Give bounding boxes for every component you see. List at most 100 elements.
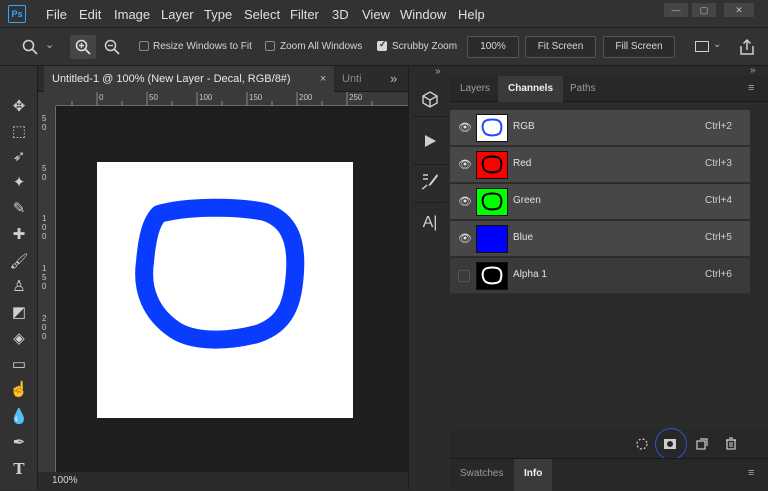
gradient-tool-icon[interactable]: ▭	[8, 354, 30, 376]
chevron-down-icon[interactable]: ⌄	[45, 38, 54, 51]
channel-row-blue[interactable]: 👁 Blue Ctrl+5	[450, 221, 750, 257]
document-tab-inactive[interactable]: Unti	[342, 73, 362, 85]
panel-collapse-icon[interactable]: »	[750, 65, 756, 76]
channel-name: Green	[513, 195, 541, 206]
tab-close-icon[interactable]: ×	[320, 66, 326, 92]
eye-visibility-icon[interactable]: 👁	[458, 122, 472, 134]
eye-visibility-icon[interactable]: 👁	[458, 196, 472, 208]
zoom-in-button[interactable]	[70, 35, 96, 59]
photoshop-logo-icon: Ps	[8, 5, 26, 23]
channel-thumbnail	[476, 151, 508, 179]
healing-brush-tool-icon[interactable]: ✚	[8, 224, 30, 246]
screen-mode-icon[interactable]	[695, 41, 709, 52]
visibility-toggle-empty[interactable]	[458, 270, 470, 282]
smudge-tool-icon[interactable]: ☝	[8, 379, 30, 401]
load-selection-icon[interactable]	[634, 436, 650, 452]
type-tool-icon[interactable]: T	[8, 458, 30, 480]
zoom-out-icon[interactable]	[104, 39, 120, 55]
ruler-label: 100	[199, 93, 213, 102]
channel-thumbnail	[476, 225, 508, 253]
channel-row-red[interactable]: 👁 Red Ctrl+3	[450, 147, 750, 183]
pen-tool-icon[interactable]: ✒	[8, 432, 30, 454]
3d-cube-icon[interactable]	[419, 88, 441, 110]
strip-divider	[413, 164, 447, 165]
eye-visibility-icon[interactable]: 👁	[458, 233, 472, 245]
restore-button[interactable]: ▢	[692, 3, 716, 17]
zoom-all-windows-label: Zoom All Windows	[280, 41, 363, 52]
menu-view[interactable]: View	[362, 7, 390, 22]
panel-menu-icon[interactable]: ≡	[748, 467, 754, 479]
menu-filter[interactable]: Filter	[290, 7, 319, 22]
ruler-label: 0	[42, 323, 47, 332]
ruler-label: 200	[299, 93, 313, 102]
fit-screen-button[interactable]: Fit Screen	[525, 36, 596, 58]
paint-bucket-tool-icon[interactable]: ◈	[8, 328, 30, 350]
close-window-button[interactable]: ✕	[724, 3, 754, 17]
scrubby-zoom-label: Scrubby Zoom	[392, 41, 458, 52]
zoom-percent-field[interactable]: 100%	[467, 36, 519, 58]
menu-3d[interactable]: 3D	[332, 7, 349, 22]
new-channel-icon[interactable]	[694, 436, 710, 452]
brush-tool-icon[interactable]: 🖌	[8, 251, 30, 273]
ruler-label: 150	[249, 93, 263, 102]
ruler-label: 5	[42, 164, 47, 173]
menu-image[interactable]: Image	[114, 7, 150, 22]
channel-row-rgb[interactable]: 👁 RGB Ctrl+2	[450, 110, 750, 146]
strip-divider	[413, 116, 447, 117]
document-canvas[interactable]	[97, 162, 353, 418]
share-icon[interactable]	[738, 38, 756, 56]
play-actions-icon[interactable]	[419, 130, 441, 152]
trash-icon[interactable]	[723, 436, 739, 452]
panel-menu-icon[interactable]: ≡	[748, 82, 754, 94]
tab-info[interactable]: Info	[514, 459, 553, 491]
ruler-label: 5	[42, 114, 47, 123]
tab-channels[interactable]: Channels	[498, 76, 564, 102]
ruler-label: 50	[149, 93, 158, 102]
menu-help[interactable]: Help	[458, 7, 485, 22]
tools-panel: ✥ ⬚ ➶ ✦ ✎ ✚ 🖌 ♙ ◩ ◈ ▭ ☝ 💧 ✒ T	[0, 66, 38, 490]
panel-tabs: Layers Channels Paths ≡	[450, 76, 768, 102]
scrubby-zoom-checkbox[interactable]	[377, 39, 387, 51]
zoom-icon[interactable]	[22, 39, 38, 55]
resize-windows-checkbox[interactable]	[139, 41, 149, 51]
fill-screen-button[interactable]: Fill Screen	[603, 36, 675, 58]
magic-wand-tool-icon[interactable]: ✦	[8, 172, 30, 194]
character-panel-icon[interactable]: A|	[419, 212, 441, 234]
brush-settings-icon[interactable]	[419, 170, 441, 192]
options-bar: ⌄ Resize Windows to Fit Zoom All Windows…	[0, 28, 768, 66]
channel-row-alpha-1[interactable]: Alpha 1 Ctrl+6	[450, 258, 750, 294]
ruler-label: 0	[42, 282, 47, 291]
menu-window[interactable]: Window	[400, 7, 446, 22]
tab-layers[interactable]: Layers	[450, 76, 500, 102]
tab-swatches[interactable]: Swatches	[450, 459, 513, 491]
menu-file[interactable]: File	[46, 7, 67, 22]
menu-type[interactable]: Type	[204, 7, 232, 22]
status-zoom-value[interactable]: 100%	[52, 475, 78, 486]
menu-layer[interactable]: Layer	[161, 7, 194, 22]
blur-tool-icon[interactable]: 💧	[8, 406, 30, 428]
move-tool-icon[interactable]: ✥	[8, 96, 30, 118]
zoom-all-windows-checkbox[interactable]	[265, 41, 275, 51]
strip-collapse-icon[interactable]: »	[435, 66, 441, 77]
lasso-tool-icon[interactable]: ➶	[8, 146, 30, 168]
channel-row-green[interactable]: 👁 Green Ctrl+4	[450, 184, 750, 220]
ruler-label: 1	[42, 264, 47, 273]
clone-stamp-tool-icon[interactable]: ♙	[8, 276, 30, 298]
eye-visibility-icon[interactable]: 👁	[458, 159, 472, 171]
menu-edit[interactable]: Edit	[79, 7, 101, 22]
menu-select[interactable]: Select	[244, 7, 280, 22]
panel-collapse-icon[interactable]: »	[390, 71, 397, 86]
ruler-label: 0	[42, 232, 47, 241]
strip-divider	[413, 202, 447, 203]
marquee-tool-icon[interactable]: ⬚	[8, 121, 30, 143]
minimize-button[interactable]: —	[664, 3, 688, 17]
document-tab-bar: Untitled-1 @ 100% (New Layer - Decal, RG…	[38, 66, 408, 92]
screen-mode-chevron-icon[interactable]: ⌄	[713, 39, 721, 50]
ruler-label: 250	[349, 93, 363, 102]
eraser-tool-icon[interactable]: ◩	[8, 302, 30, 324]
channel-name: RGB	[513, 121, 535, 132]
tab-paths[interactable]: Paths	[560, 76, 606, 102]
document-tab-active[interactable]: Untitled-1 @ 100% (New Layer - Decal, RG…	[44, 66, 334, 92]
eyedropper-tool-icon[interactable]: ✎	[8, 198, 30, 220]
ruler-label: 1	[42, 214, 47, 223]
